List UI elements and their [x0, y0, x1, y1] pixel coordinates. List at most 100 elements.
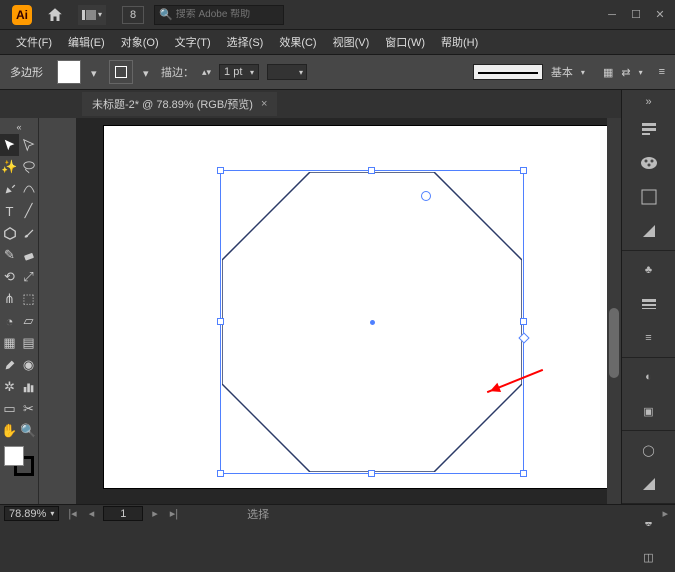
stroke-panel-icon[interactable] [629, 289, 669, 319]
menu-window[interactable]: 窗口(W) [379, 32, 431, 52]
handle-mid-left[interactable] [217, 318, 224, 325]
handle-top-left[interactable] [217, 167, 224, 174]
handle-top-right[interactable] [520, 167, 527, 174]
sync-count: 8 [130, 9, 136, 21]
search-box[interactable]: 🔍 [154, 5, 284, 25]
free-transform-tool[interactable]: ⬚ [19, 288, 38, 310]
prev-artboard-button[interactable]: ◂ [86, 507, 98, 520]
menu-type[interactable]: 文字(T) [169, 32, 217, 52]
transform-icon[interactable]: ⇄ [621, 66, 630, 79]
perspective-tool[interactable]: ▱ [19, 310, 38, 332]
rectangle-tool[interactable] [0, 222, 19, 244]
swatches-panel-icon[interactable] [629, 182, 669, 212]
document-tab[interactable]: 未标题-2* @ 78.89% (RGB/预览) × [82, 92, 277, 116]
appearance-panel-icon[interactable]: ◐ [629, 362, 669, 392]
layers-panel-icon[interactable]: ≡ [629, 323, 669, 353]
menu-edit[interactable]: 编辑(E) [62, 32, 111, 52]
tab-title: 未标题-2* @ 78.89% (RGB/预览) [92, 96, 253, 112]
search-input[interactable] [176, 9, 279, 20]
pathfinder-panel-icon[interactable]: ◫ [629, 542, 669, 572]
selection-tool[interactable] [0, 134, 19, 156]
zoom-tool[interactable]: 🔍 [19, 420, 38, 442]
type-tool[interactable]: T [0, 200, 19, 222]
stroke-value-input[interactable]: 1 pt▾ [219, 64, 259, 80]
transparency-panel-icon[interactable]: ◯ [629, 435, 669, 465]
line-tool[interactable]: ╱ [19, 200, 38, 222]
artboard[interactable] [104, 126, 614, 488]
pen-tool[interactable] [0, 178, 19, 200]
direct-selection-tool[interactable] [19, 134, 38, 156]
first-artboard-button[interactable]: |◂ [65, 507, 79, 520]
slice-tool[interactable]: ✂ [19, 398, 38, 420]
status-menu-button[interactable]: ▸ [659, 507, 671, 520]
menu-view[interactable]: 视图(V) [327, 32, 376, 52]
corner-widget-icon[interactable] [421, 191, 431, 201]
panel-collapse-icon[interactable]: » [629, 94, 669, 110]
artboard-number-input[interactable]: 1 [103, 506, 143, 521]
menu-select[interactable]: 选择(S) [221, 32, 270, 52]
align-icon[interactable]: ▦ [603, 66, 613, 79]
menu-bar: 文件(F) 编辑(E) 对象(O) 文字(T) 选择(S) 效果(C) 视图(V… [0, 30, 675, 54]
artboard-tool[interactable]: ▭ [0, 398, 19, 420]
scrollbar-thumb[interactable] [609, 308, 619, 378]
properties-panel-icon[interactable] [629, 114, 669, 144]
lasso-tool[interactable] [19, 156, 38, 178]
menu-object[interactable]: 对象(O) [115, 32, 165, 52]
main-area: « ✨ T╱ ✎ ⟲⤢ ⋔⬚ ◔▱ ▦▤ ◉ ✲ ▭✂ ✋🔍 [0, 118, 621, 504]
graph-tool[interactable] [19, 376, 38, 398]
brushes-panel-icon[interactable] [629, 216, 669, 246]
handle-bottom-mid[interactable] [368, 470, 375, 477]
graphic-styles-panel-icon[interactable]: ▣ [629, 396, 669, 426]
hand-tool[interactable]: ✋ [0, 420, 19, 442]
menu-effect[interactable]: 效果(C) [273, 32, 322, 52]
menu-file[interactable]: 文件(F) [10, 32, 58, 52]
menu-help[interactable]: 帮助(H) [435, 32, 484, 52]
side-widget-icon[interactable] [518, 332, 529, 343]
sync-badge[interactable]: 8 [122, 6, 144, 24]
stroke-profile-dropdown[interactable]: ▾ [267, 64, 307, 80]
symbols-panel-icon[interactable]: ♣ [629, 255, 669, 285]
graphic-style-preview[interactable] [473, 64, 543, 80]
handle-top-mid[interactable] [368, 167, 375, 174]
shape-builder-tool[interactable]: ◔ [0, 310, 19, 332]
magic-wand-tool[interactable]: ✨ [0, 156, 19, 178]
minimize-button[interactable]: ─ [601, 6, 623, 24]
canvas-area[interactable] [76, 118, 621, 504]
stroke-swatch[interactable] [109, 60, 133, 84]
blend-tool[interactable]: ◉ [19, 354, 38, 376]
last-artboard-button[interactable]: ▸| [167, 507, 181, 520]
stroke-stepper-icon[interactable]: ▴▾ [202, 67, 211, 78]
mesh-tool[interactable]: ▦ [0, 332, 19, 354]
eyedropper-tool[interactable] [0, 354, 19, 376]
handle-bottom-right[interactable] [520, 470, 527, 477]
gradient-tool[interactable]: ▤ [19, 332, 38, 354]
color-panel-icon[interactable] [629, 148, 669, 178]
fill-stroke-control[interactable] [4, 446, 34, 476]
maximize-button[interactable]: ☐ [625, 6, 647, 24]
handle-bottom-left[interactable] [217, 470, 224, 477]
eraser-tool[interactable] [19, 244, 38, 266]
next-artboard-button[interactable]: ▸ [149, 507, 161, 520]
home-icon[interactable] [46, 6, 64, 24]
menu-icon[interactable]: ≡ [659, 66, 665, 78]
fill-color-icon[interactable] [4, 446, 24, 466]
tab-close-icon[interactable]: × [261, 98, 267, 110]
curvature-tool[interactable] [19, 178, 38, 200]
symbol-sprayer-tool[interactable]: ✲ [0, 376, 19, 398]
rotate-tool[interactable]: ⟲ [0, 266, 19, 288]
toolbox-collapse-icon[interactable]: « [0, 120, 38, 134]
app-icon[interactable]: Ai [12, 5, 32, 25]
fill-swatch[interactable] [57, 60, 81, 84]
zoom-level-input[interactable]: 78.89%▾ [4, 506, 59, 521]
shaper-tool[interactable]: ✎ [0, 244, 19, 266]
vertical-scrollbar[interactable] [607, 118, 621, 504]
scale-tool[interactable]: ⤢ [19, 266, 38, 288]
gradient-panel-icon[interactable] [629, 469, 669, 499]
handle-mid-right[interactable] [520, 318, 527, 325]
paintbrush-tool[interactable] [19, 222, 38, 244]
close-button[interactable]: ✕ [649, 6, 671, 24]
stroke-dropdown-icon[interactable]: ▾ [143, 67, 153, 77]
layout-dropdown[interactable]: ▾ [78, 5, 106, 25]
width-tool[interactable]: ⋔ [0, 288, 19, 310]
fill-dropdown-icon[interactable]: ▾ [91, 67, 101, 77]
